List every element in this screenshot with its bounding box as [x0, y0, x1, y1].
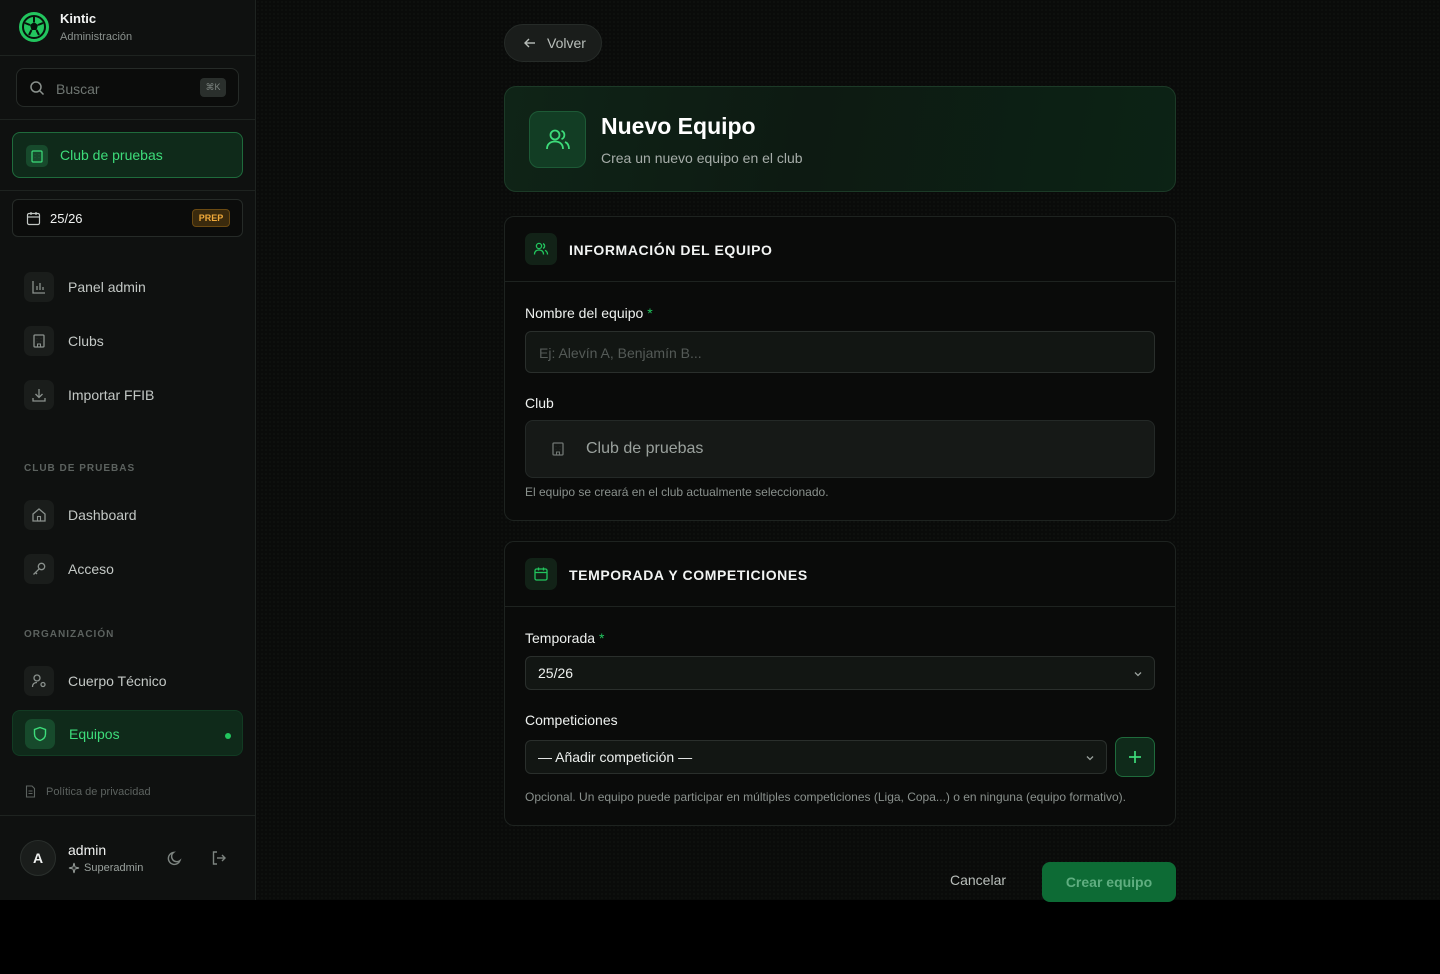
season-label: 25/26	[50, 211, 83, 226]
team-name-placeholder: Ej: Alevín A, Benjamín B...	[539, 345, 702, 361]
building-icon	[26, 145, 48, 167]
sidebar-item-label: Equipos	[69, 726, 120, 742]
club-label: Club	[525, 395, 554, 411]
cancel-button[interactable]: Cancelar	[950, 872, 1006, 888]
team-name-field[interactable]: Ej: Alevín A, Benjamín B...	[525, 331, 1155, 373]
competitions-hint: Opcional. Un equipo puede participar en …	[525, 790, 1127, 804]
privacy-link-label: Política de privacidad	[46, 785, 151, 798]
season-label-text: Temporada	[525, 630, 596, 646]
competitions-label: Competiciones	[525, 712, 618, 728]
team-name-label-text: Nombre del equipo	[525, 305, 644, 321]
season-label: Temporada *	[525, 630, 605, 646]
section-label-club: CLUB DE PRUEBAS	[24, 463, 136, 474]
brand-name: Kintic	[60, 11, 97, 26]
season-card: TEMPORADA Y COMPETICIONES Temporada * 25/…	[504, 541, 1176, 826]
sidebar-item-cuerpo-tecnico[interactable]: Cuerpo Técnico	[12, 658, 243, 704]
privacy-link[interactable]: Política de privacidad	[24, 785, 151, 798]
sidebar-item-importar-ffib[interactable]: Importar FFIB	[12, 372, 243, 418]
soccer-ball-icon	[19, 12, 49, 42]
sidebar-item-acceso[interactable]: Acceso	[12, 546, 243, 592]
sidebar-item-dashboard[interactable]: Dashboard	[12, 492, 243, 538]
key-icon	[24, 554, 54, 584]
sidebar-item-label: Dashboard	[68, 507, 137, 523]
calendar-icon	[26, 212, 41, 226]
shield-icon	[25, 719, 55, 749]
user-cog-icon	[24, 666, 54, 696]
add-competition-button[interactable]	[1115, 737, 1155, 777]
back-button-label: Volver	[547, 35, 586, 51]
moon-icon[interactable]	[166, 849, 184, 867]
divider	[0, 119, 255, 120]
users-icon	[525, 233, 557, 265]
season-status-badge: PREP	[192, 209, 230, 227]
team-info-card: INFORMACIÓN DEL EQUIPO Nombre del equipo…	[504, 216, 1176, 521]
season-select-value: 25/26	[538, 665, 574, 681]
user-role: Superadmin	[68, 862, 143, 874]
sparkles-icon	[68, 862, 80, 874]
app-root: Kintic Administración Buscar ⌘K Club de …	[0, 0, 1440, 902]
document-icon	[25, 785, 36, 798]
club-field: Club de pruebas	[525, 420, 1155, 478]
sidebar-item-panel-admin[interactable]: Panel admin	[12, 264, 243, 310]
competitions-select[interactable]: — Añadir competición —	[525, 740, 1107, 774]
page-subtitle: Crea un nuevo equipo en el club	[601, 150, 803, 166]
sidebar-item-label: Clubs	[68, 333, 104, 349]
brand: Kintic Administración	[0, 0, 255, 56]
section-label-organizacion: ORGANIZACIÓN	[24, 629, 115, 640]
sidebar-item-clubs[interactable]: Clubs	[12, 318, 243, 364]
season-selector[interactable]: 25/26 PREP	[12, 199, 243, 237]
card-title: TEMPORADA Y COMPETICIONES	[569, 567, 808, 583]
sidebar-item-equipos[interactable]: Equipos	[12, 710, 243, 756]
brand-subtitle: Administración	[60, 31, 133, 43]
user-name: admin	[68, 842, 107, 858]
users-icon	[529, 111, 586, 168]
building-icon	[552, 442, 564, 456]
club-selector[interactable]: Club de pruebas	[12, 132, 243, 178]
user-role-label: Superadmin	[84, 862, 144, 874]
sidebar-item-label: Cuerpo Técnico	[68, 673, 167, 689]
search-shortcut: ⌘K	[200, 78, 226, 97]
required-mark: *	[647, 305, 653, 321]
page-title: Nuevo Equipo	[601, 113, 756, 139]
calendar-icon	[525, 558, 557, 590]
club-hint: El equipo se creará en el club actualmen…	[525, 485, 829, 499]
sidebar: Kintic Administración Buscar ⌘K Club de …	[0, 0, 256, 900]
download-icon	[24, 380, 54, 410]
sidebar-item-label: Importar FFIB	[68, 387, 155, 403]
page-header: Nuevo Equipo Crea un nuevo equipo en el …	[504, 86, 1176, 192]
card-title: INFORMACIÓN DEL EQUIPO	[569, 242, 773, 258]
avatar[interactable]: A	[20, 840, 56, 876]
building-icon	[24, 326, 54, 356]
required-mark: *	[599, 630, 605, 646]
chevron-down-icon	[1086, 756, 1094, 761]
club-value: Club de pruebas	[586, 440, 704, 457]
card-header: TEMPORADA Y COMPETICIONES	[505, 542, 1175, 607]
back-button[interactable]: Volver	[504, 24, 602, 62]
active-indicator	[225, 733, 231, 739]
create-team-button[interactable]: Crear equipo	[1042, 862, 1176, 902]
search-input[interactable]: Buscar ⌘K	[16, 68, 239, 107]
season-select[interactable]: 25/26	[525, 656, 1155, 690]
divider	[0, 190, 255, 191]
search-icon	[30, 81, 45, 96]
club-selector-label: Club de pruebas	[60, 147, 163, 163]
team-name-label: Nombre del equipo *	[525, 305, 653, 321]
arrow-left-icon	[524, 38, 535, 48]
search-placeholder: Buscar	[56, 81, 100, 97]
competitions-select-value: — Añadir competición —	[538, 749, 693, 765]
sidebar-item-label: Panel admin	[68, 279, 146, 295]
home-icon	[24, 500, 54, 530]
sidebar-item-label: Acceso	[68, 561, 114, 577]
bar-chart-icon	[24, 272, 54, 302]
card-header: INFORMACIÓN DEL EQUIPO	[505, 217, 1175, 282]
chevron-down-icon	[1134, 672, 1142, 677]
logout-icon[interactable]	[210, 849, 228, 867]
divider	[0, 815, 255, 816]
plus-icon	[1129, 751, 1141, 763]
